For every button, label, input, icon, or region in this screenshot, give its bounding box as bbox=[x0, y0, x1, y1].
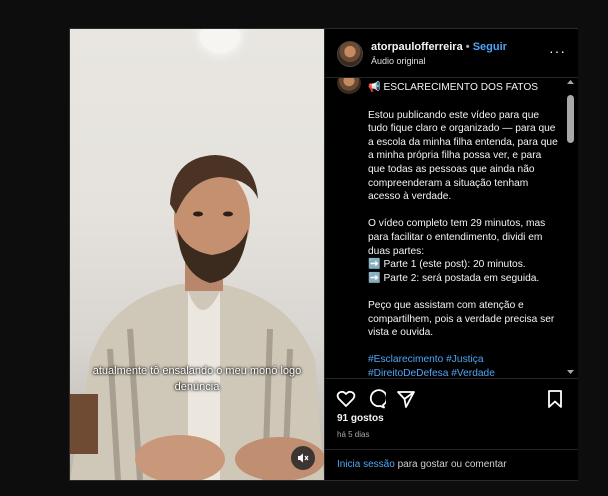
post-caption: 📢 ESCLARECIMENTO DOS FATOS Estou publican… bbox=[368, 81, 558, 378]
mute-button[interactable] bbox=[291, 446, 315, 470]
scroll-up-arrow-icon[interactable] bbox=[566, 78, 575, 86]
audio-link[interactable]: Áudio original bbox=[371, 56, 426, 66]
caption-paragraph-2: O vídeo completo tem 29 minutos, mas par… bbox=[368, 218, 546, 284]
username-link[interactable]: atorpaulofferreira bbox=[371, 41, 463, 53]
follow-button[interactable]: Seguir bbox=[473, 41, 507, 53]
caption-paragraph-1: Estou publicando este vídeo para que tud… bbox=[368, 109, 558, 203]
login-prompt-text: Inicia sessão para gostar ou comentar bbox=[337, 459, 507, 470]
video-player[interactable]: atualmente tô ensalando o meu monó logo … bbox=[70, 29, 324, 480]
hashtag-links[interactable]: #Esclarecimento #Justiça #DireitoDeDefes… bbox=[368, 354, 495, 378]
caption-scrollbar[interactable] bbox=[566, 78, 575, 376]
share-icon[interactable] bbox=[396, 389, 416, 409]
post-header: atorpaulofferreira • Seguir Áudio origin… bbox=[325, 29, 578, 78]
separator-dot: • bbox=[465, 41, 470, 53]
post-sidebar: atorpaulofferreira • Seguir Áudio origin… bbox=[324, 29, 578, 480]
scrollbar-thumb[interactable] bbox=[567, 95, 574, 143]
comment-icon[interactable] bbox=[366, 389, 386, 409]
video-frame-person bbox=[70, 155, 324, 480]
mute-icon bbox=[298, 453, 309, 463]
more-icon[interactable]: ··· bbox=[549, 43, 566, 59]
bookmark-icon[interactable] bbox=[545, 389, 565, 409]
caption-paragraph-3: Peço que assistam com atenção e comparti… bbox=[368, 299, 555, 339]
caption-area: 📢 ESCLARECIMENTO DOS FATOS Estou publican… bbox=[325, 78, 578, 378]
login-prompt: Inicia sessão para gostar ou comentar bbox=[325, 449, 578, 481]
author-line: atorpaulofferreira • Seguir bbox=[371, 41, 507, 53]
post-age[interactable]: há 5 dias bbox=[337, 430, 369, 439]
scroll-down-arrow-icon[interactable] bbox=[566, 368, 575, 376]
caption-title: 📢 ESCLARECIMENTO DOS FATOS bbox=[368, 82, 539, 93]
login-prompt-rest: para gostar ou comentar bbox=[394, 459, 507, 470]
caption-avatar[interactable] bbox=[337, 78, 361, 94]
heart-icon[interactable] bbox=[336, 389, 356, 409]
login-link[interactable]: Inicia sessão bbox=[337, 459, 395, 470]
avatar[interactable] bbox=[337, 41, 363, 67]
likes-count[interactable]: 91 gostos bbox=[337, 413, 384, 424]
post-modal: atualmente tô ensalando o meu monó logo … bbox=[69, 28, 578, 481]
video-caption: atualmente tô ensalando o meu monó logo … bbox=[92, 365, 302, 393]
